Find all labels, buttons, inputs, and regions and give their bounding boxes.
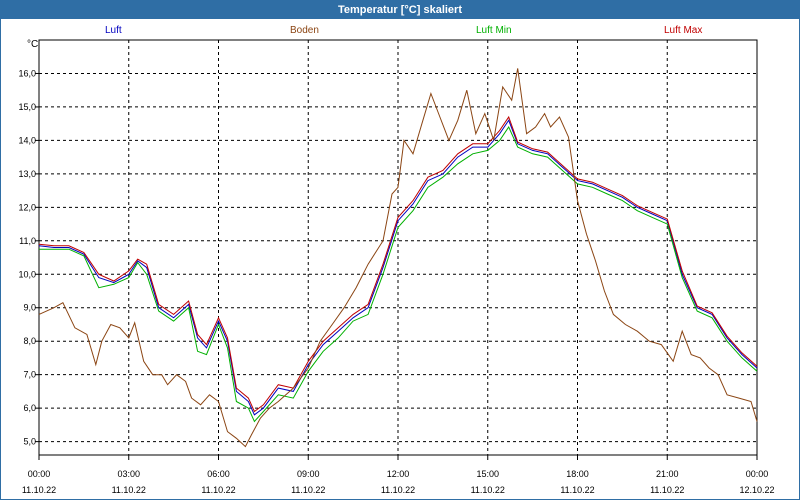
y-tick-label: 12,0 [18,202,36,212]
x-axis: 00:00 11.10.22 03:00 11.10.22 06:00 11.10.22 0… [22,455,775,495]
x-tick-time: 00:00 [746,469,769,479]
x-tick-time: 00:00 [28,469,51,479]
y-tick-label: 6,0 [23,403,36,413]
y-tick-label: 11,0 [19,236,36,246]
x-tick-date: 11.10.22 [291,485,325,495]
x-tick-time: 03:00 [117,469,140,479]
y-tick-label: 15,0 [18,102,36,112]
y-tick-label: 16,0 [18,68,36,78]
grid [39,40,757,455]
x-tick-time: 18:00 [566,469,589,479]
x-tick-time: 09:00 [297,469,320,479]
y-tick-label: 9,0 [23,303,36,313]
temperature-chart: 5,0 6,0 7,0 8,0 9,0 10,0 11,0 12,0 13,0 14,0 15,0 1… [18,39,775,495]
y-tick-label: 7,0 [23,370,36,380]
x-tick-date: 11.10.22 [560,485,594,495]
y-tick-label: 14,0 [18,135,36,145]
y-tick-label: 13,0 [18,169,36,179]
x-tick-date: 12.10.22 [739,485,774,495]
y-axis: 5,0 6,0 7,0 8,0 9,0 10,0 11,0 12,0 13,0 14,0 15,0 1… [18,68,39,447]
x-tick-date: 11.10.22 [22,485,56,495]
x-tick-date: 11.10.22 [471,485,505,495]
x-tick-time: 15:00 [476,469,499,479]
x-tick-date: 11.10.22 [201,485,235,495]
x-tick-date: 11.10.22 [650,485,684,495]
x-tick-date: 11.10.22 [381,485,415,495]
y-tick-label: 5,0 [23,437,36,447]
x-tick-time: 21:00 [656,469,679,479]
x-tick-time: 12:00 [387,469,410,479]
x-tick-time: 06:00 [207,469,230,479]
y-tick-label: 8,0 [23,336,36,346]
y-tick-label: 10,0 [18,269,36,279]
x-tick-date: 11.10.22 [112,485,146,495]
